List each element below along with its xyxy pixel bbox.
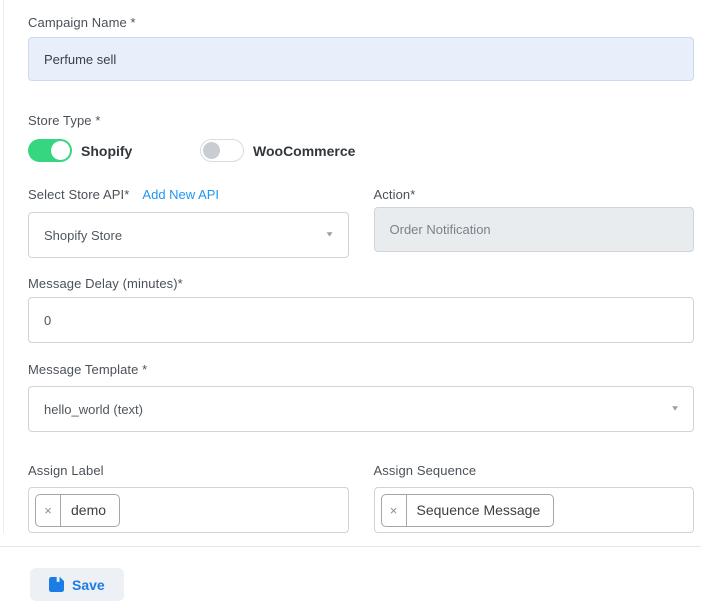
tag-text: demo	[61, 495, 119, 526]
shopify-toggle-label: Shopify	[81, 143, 132, 159]
store-api-selected-value: Shopify Store	[44, 228, 122, 243]
store-api-label-row: Select Store API* Add New API	[28, 187, 349, 202]
message-delay-label: Message Delay (minutes)*	[28, 276, 694, 291]
assign-label-input[interactable]: × demo	[28, 487, 349, 533]
action-label: Action*	[374, 187, 695, 202]
message-template-select[interactable]: hello_world (text) ▼	[28, 386, 694, 432]
message-delay-input[interactable]	[28, 297, 694, 343]
store-type-toggle-row: Shopify WooCommerce	[28, 139, 694, 162]
assign-sequence-label: Assign Sequence	[374, 463, 695, 478]
campaign-name-label: Campaign Name *	[28, 15, 694, 30]
assign-sequence-group: Assign Sequence × Sequence Message	[374, 463, 695, 533]
store-type-group: Store Type * Shopify WooCommerce	[28, 113, 694, 162]
save-button[interactable]: Save	[30, 568, 124, 601]
action-input	[374, 207, 695, 252]
save-button-label: Save	[72, 577, 105, 593]
store-api-select[interactable]: Shopify Store ▼	[28, 212, 349, 258]
store-type-label: Store Type *	[28, 113, 694, 128]
message-template-selected-value: hello_world (text)	[44, 402, 143, 417]
message-template-label: Message Template *	[28, 362, 694, 377]
label-tag: × demo	[35, 494, 120, 527]
shopify-toggle-switch[interactable]	[28, 139, 72, 162]
assign-label-label: Assign Label	[28, 463, 349, 478]
campaign-form-page: Campaign Name * Store Type * Shopify Woo…	[0, 0, 701, 607]
chevron-down-icon: ▼	[670, 405, 680, 413]
add-new-api-link[interactable]: Add New API	[142, 187, 219, 202]
shopify-toggle-item[interactable]: Shopify	[28, 139, 200, 162]
message-delay-group: Message Delay (minutes)*	[28, 276, 694, 343]
api-action-row: Select Store API* Add New API Shopify St…	[28, 187, 694, 258]
woocommerce-toggle-label: WooCommerce	[253, 143, 355, 159]
form-footer: Save	[0, 546, 701, 607]
action-group: Action*	[374, 187, 695, 258]
assign-sequence-input[interactable]: × Sequence Message	[374, 487, 695, 533]
woocommerce-toggle-item[interactable]: WooCommerce	[200, 139, 355, 162]
assign-row: Assign Label × demo Assign Sequence × Se…	[28, 463, 694, 533]
save-icon	[49, 577, 64, 592]
woocommerce-toggle-switch[interactable]	[200, 139, 244, 162]
tag-text: Sequence Message	[407, 495, 554, 526]
tag-remove-icon[interactable]: ×	[382, 495, 407, 526]
tag-remove-icon[interactable]: ×	[36, 495, 61, 526]
sequence-tag: × Sequence Message	[381, 494, 555, 527]
assign-label-group: Assign Label × demo	[28, 463, 349, 533]
campaign-name-input[interactable]	[28, 37, 694, 81]
toggle-knob	[203, 142, 220, 159]
toggle-knob	[51, 141, 70, 160]
campaign-form-body: Campaign Name * Store Type * Shopify Woo…	[3, 0, 701, 533]
store-api-label: Select Store API*	[28, 187, 129, 202]
chevron-down-icon: ▼	[325, 231, 335, 239]
store-api-group: Select Store API* Add New API Shopify St…	[28, 187, 349, 258]
campaign-name-group: Campaign Name *	[28, 15, 694, 81]
message-template-group: Message Template * hello_world (text) ▼	[28, 362, 694, 432]
